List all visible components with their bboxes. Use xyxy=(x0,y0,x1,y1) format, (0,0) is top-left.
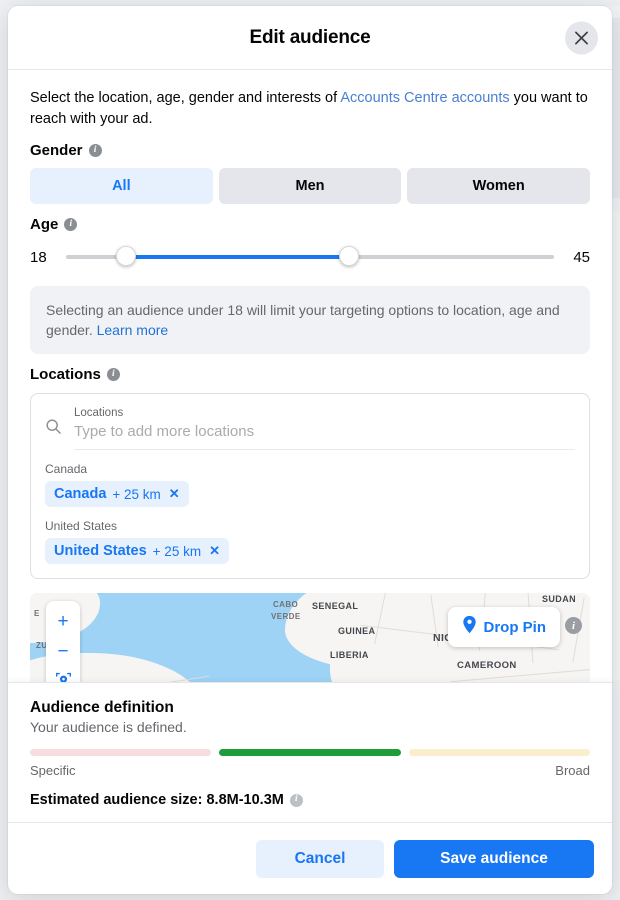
learn-more-link[interactable]: Learn more xyxy=(97,322,169,338)
close-icon[interactable]: ✕ xyxy=(209,543,220,559)
location-group-label: United States xyxy=(45,519,575,533)
intro-before: Select the location, age, gender and int… xyxy=(30,90,340,106)
gender-option-all[interactable]: All xyxy=(30,168,213,204)
close-icon[interactable]: ✕ xyxy=(169,486,180,502)
location-chip-canada[interactable]: Canada + 25 km ✕ xyxy=(45,481,189,507)
estimated-audience-size-label: Estimated audience size: 8.8M-10.3M xyxy=(30,792,284,808)
map-label: E xyxy=(34,609,40,618)
locations-label: Locations xyxy=(30,366,101,383)
age-min-value: 18 xyxy=(30,249,52,266)
audience-meter-segment-specific xyxy=(30,749,211,756)
info-icon[interactable]: i xyxy=(89,144,102,157)
age-slider-handle-max[interactable] xyxy=(339,246,359,266)
page-title: Edit audience xyxy=(250,27,371,49)
age-label-row: Age i xyxy=(30,216,590,233)
age-slider-handle-min[interactable] xyxy=(116,246,136,266)
map-label: SENEGAL xyxy=(312,601,358,611)
gender-segmented-control: All Men Women xyxy=(30,168,590,204)
dialog-body: Select the location, age, gender and int… xyxy=(8,70,612,822)
audience-scale-left: Specific xyxy=(30,763,76,778)
info-icon[interactable]: i xyxy=(107,368,120,381)
locations-search-row: Locations xyxy=(45,406,575,450)
map-zoom-in-button[interactable]: + xyxy=(46,607,80,637)
chip-radius: + 25 km xyxy=(153,544,201,559)
chip-name: United States xyxy=(54,543,147,559)
age-slider-track-wrap[interactable] xyxy=(66,246,554,268)
estimated-audience-size: Estimated audience size: 8.8M-10.3M i xyxy=(30,792,590,808)
age-slider[interactable]: 18 45 xyxy=(30,242,590,272)
dialog-header: Edit audience xyxy=(8,6,612,70)
info-icon[interactable]: i xyxy=(565,617,582,634)
search-icon xyxy=(45,418,62,440)
info-icon[interactable]: i xyxy=(290,794,303,807)
map-label: CABO xyxy=(273,600,298,609)
map-label: LIBERIA xyxy=(330,650,369,660)
save-audience-button[interactable]: Save audience xyxy=(394,840,594,878)
location-chip-united-states[interactable]: United States + 25 km ✕ xyxy=(45,538,229,564)
gender-option-women[interactable]: Women xyxy=(407,168,590,204)
map-label: CAMEROON xyxy=(457,660,517,671)
map-pin-icon xyxy=(462,615,477,639)
audience-definition-title: Audience definition xyxy=(30,699,590,717)
edit-audience-dialog: Edit audience Select the location, age, … xyxy=(8,6,612,894)
close-button[interactable] xyxy=(565,21,598,54)
locations-label-row: Locations i xyxy=(30,366,590,383)
audience-definition-panel: Audience definition Your audience is def… xyxy=(8,682,612,822)
audience-meter-segment-broad xyxy=(409,749,590,756)
search-input[interactable] xyxy=(74,421,575,440)
drop-pin-button[interactable]: Drop Pin xyxy=(448,607,561,647)
map-label: GUINEA xyxy=(338,626,375,636)
dialog-footer: Cancel Save audience xyxy=(8,822,612,894)
map-label: VERDE xyxy=(271,612,301,621)
intro-text: Select the location, age, gender and int… xyxy=(30,70,590,130)
audience-scale-right: Broad xyxy=(555,763,590,778)
audience-definition-subtitle: Your audience is defined. xyxy=(30,719,590,735)
cancel-button[interactable]: Cancel xyxy=(256,840,384,878)
age-max-value: 45 xyxy=(568,249,590,266)
audience-meter xyxy=(30,749,590,756)
age-label: Age xyxy=(30,216,58,233)
locations-input-column: Locations xyxy=(74,406,575,450)
map-zoom-out-button[interactable]: − xyxy=(46,637,80,667)
chip-radius: + 25 km xyxy=(112,487,160,502)
under-18-notice: Selecting an audience under 18 will limi… xyxy=(30,286,590,354)
gender-label: Gender xyxy=(30,142,83,159)
locations-box: Locations Canada Canada + 25 km ✕ United… xyxy=(30,393,590,579)
audience-meter-scale: Specific Broad xyxy=(30,763,590,778)
gender-option-men[interactable]: Men xyxy=(219,168,402,204)
location-group-label: Canada xyxy=(45,462,575,476)
audience-meter-segment-balanced xyxy=(219,749,400,756)
accounts-centre-link[interactable]: Accounts Centre accounts xyxy=(340,90,509,106)
age-slider-fill xyxy=(122,255,347,259)
locations-floating-label: Locations xyxy=(74,406,575,421)
map-label: SUDAN xyxy=(542,594,576,604)
close-icon xyxy=(574,30,589,45)
gender-label-row: Gender i xyxy=(30,142,590,159)
chip-name: Canada xyxy=(54,486,106,502)
info-icon[interactable]: i xyxy=(64,218,77,231)
drop-pin-label: Drop Pin xyxy=(484,619,547,636)
